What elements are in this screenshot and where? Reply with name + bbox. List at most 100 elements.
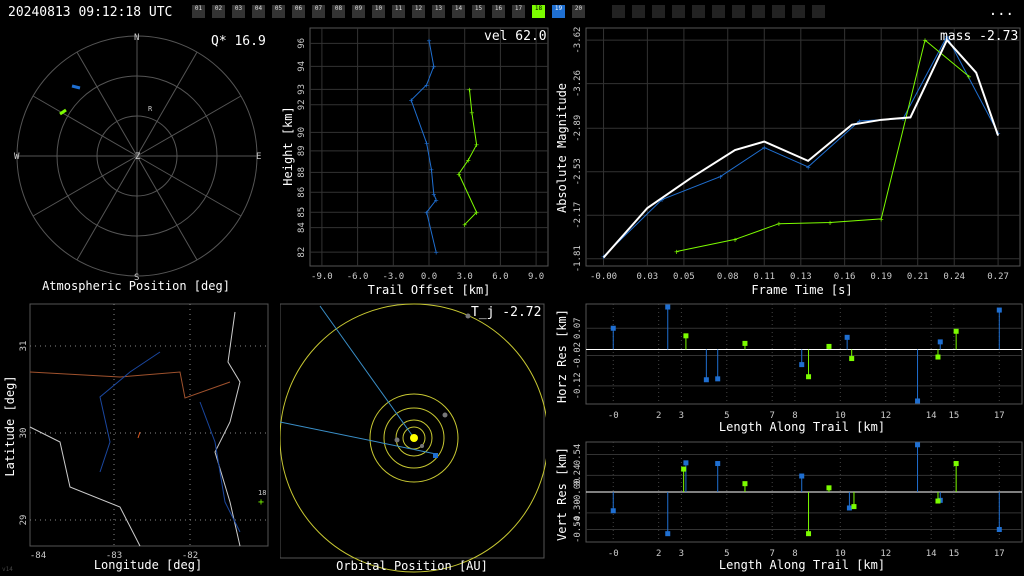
hp-ytick: 94: [297, 61, 307, 72]
map-ytick-1: 30: [19, 428, 29, 439]
orbit-plot: T_j -2.72 Orbital Position [AU]: [280, 303, 546, 573]
compass-zenith: Z: [135, 152, 141, 162]
menu-button[interactable]: ...: [989, 3, 1014, 19]
camera-toggle-20[interactable]: 20: [572, 5, 585, 18]
map-ytick-2: 29: [19, 515, 29, 526]
sky-track-19: [71, 84, 81, 90]
horizontal-residual-plot: -0 2 3 5 7 8 10 12 14 15 170.07-0.02-0.12 Length A…: [555, 303, 1023, 434]
hp-point: +: [424, 208, 429, 217]
sky-label: Atmospheric Position [deg]: [42, 279, 230, 293]
hr-frame: [585, 303, 1023, 405]
camera-slot-empty[interactable]: [752, 5, 765, 18]
hp-ytick: 88: [297, 167, 307, 178]
camera-slot-empty[interactable]: [812, 5, 825, 18]
hr-ytick: -0.12: [573, 372, 583, 399]
hr-point: [937, 339, 943, 345]
map-marker-18: 18: [258, 489, 266, 497]
camera-slot-empty[interactable]: [692, 5, 705, 18]
camera-slot-empty[interactable]: [672, 5, 685, 18]
mp-xtick: 0.24: [943, 272, 965, 282]
hp-point: +: [467, 85, 472, 94]
mp-xtick: 0.08: [717, 272, 739, 282]
magnitude-plot: -0.00 0.03 0.05 0.08 0.11 0.13 0.16 0.19 0.21 0.2…: [555, 27, 1021, 297]
hr-point: [806, 374, 812, 380]
camera-toggle-02[interactable]: 02: [212, 5, 225, 18]
hp-ytick: 92: [297, 99, 307, 110]
mp-point: +: [776, 220, 781, 229]
sky-grid-spoke: [32, 95, 138, 157]
hp-point: +: [429, 165, 434, 174]
camera-slot-empty[interactable]: [632, 5, 645, 18]
camera-toggle-07[interactable]: 07: [312, 5, 325, 18]
camera-toggle-19[interactable]: 19: [552, 5, 565, 18]
sky-grid-spoke: [136, 95, 242, 157]
mp-point: +: [966, 72, 971, 81]
timestamp: 20240813 09:12:18 UTC: [8, 5, 173, 20]
camera-toggle-11[interactable]: 11: [392, 5, 405, 18]
height-x-label: Trail Offset [km]: [368, 283, 491, 297]
camera-slot-empty[interactable]: [612, 5, 625, 18]
hp-point: +: [424, 139, 429, 148]
vr-point: [799, 473, 805, 479]
camera-slot-empty[interactable]: [792, 5, 805, 18]
camera-toggle-09[interactable]: 09: [352, 5, 365, 18]
hp-xtick: -6.0: [347, 272, 369, 282]
hr-point: [935, 354, 941, 360]
camera-slot-empty[interactable]: [652, 5, 665, 18]
mp-point: +: [718, 173, 723, 182]
hp-xtick: 6.0: [492, 272, 508, 282]
mp-point: +: [674, 248, 679, 257]
camera-toggle-15[interactable]: 15: [472, 5, 485, 18]
camera-toggle-05[interactable]: 05: [272, 5, 285, 18]
mp-xtick: 0.27: [987, 272, 1009, 282]
hr-point: [742, 340, 748, 346]
mp-series-1: [676, 39, 970, 252]
camera-toggle-17[interactable]: 17: [512, 5, 525, 18]
hp-ytick: 86: [297, 187, 307, 198]
camera-toggle-12[interactable]: 12: [412, 5, 425, 18]
hp-point: +: [431, 62, 436, 71]
hr-xtick: -0: [608, 411, 619, 421]
hp-ytick: 84: [297, 222, 307, 233]
camera-slot-empty[interactable]: [732, 5, 745, 18]
camera-toggle-01[interactable]: 01: [192, 5, 205, 18]
hr-point: [849, 356, 855, 362]
q-star-value: Q* 16.9: [211, 34, 266, 49]
camera-slot-empty[interactable]: [712, 5, 725, 18]
camera-toggle-14[interactable]: 14: [452, 5, 465, 18]
hp-point: +: [434, 248, 439, 257]
height-plot: -9.0 -6.0 -3.0 0.0 3.0 6.0 9.0 96 94 93 92 90 89 88 86…: [281, 27, 549, 297]
map-xtick-0: -84: [30, 551, 46, 561]
hp-point: +: [466, 156, 471, 165]
camera-toggle-04[interactable]: 04: [252, 5, 265, 18]
camera-toggle-13[interactable]: 13: [432, 5, 445, 18]
map-ytick-0: 31: [19, 341, 29, 352]
vertical-residual-plot: -0 2 3 5 7 8 10 12 14 15 170.540.24-0.00-0.30-0.54…: [555, 441, 1023, 572]
hr-ytick: 0.07: [573, 317, 583, 339]
hp-ytick: 89: [297, 145, 307, 156]
hp-xtick: 3.0: [457, 272, 473, 282]
mp-point: +: [828, 219, 833, 228]
hr-xtick: 3: [679, 411, 684, 421]
vr-xtick: 14: [926, 549, 937, 559]
camera-toggle-18[interactable]: 18: [532, 5, 545, 18]
camera-toggle-10[interactable]: 10: [372, 5, 385, 18]
map-x-label: Longitude [deg]: [94, 558, 202, 572]
mp-ytick: -2.53: [573, 158, 583, 185]
camera-toggle-03[interactable]: 03: [232, 5, 245, 18]
compass-north: N: [134, 33, 139, 43]
camera-slot-empty[interactable]: [772, 5, 785, 18]
hp-point: +: [427, 36, 432, 45]
hr-point: [610, 325, 616, 331]
mp-xtick: 0.21: [907, 272, 929, 282]
mp-point: +: [806, 163, 811, 172]
hr-point: [665, 304, 671, 310]
mass-value: mass -2.73: [940, 29, 1018, 44]
camera-toggle-06[interactable]: 06: [292, 5, 305, 18]
vr-point: [665, 531, 671, 537]
hp-point: +: [474, 208, 479, 217]
vr-point: [996, 527, 1002, 532]
vr-point: [806, 531, 812, 537]
camera-toggle-08[interactable]: 08: [332, 5, 345, 18]
camera-toggle-16[interactable]: 16: [492, 5, 505, 18]
